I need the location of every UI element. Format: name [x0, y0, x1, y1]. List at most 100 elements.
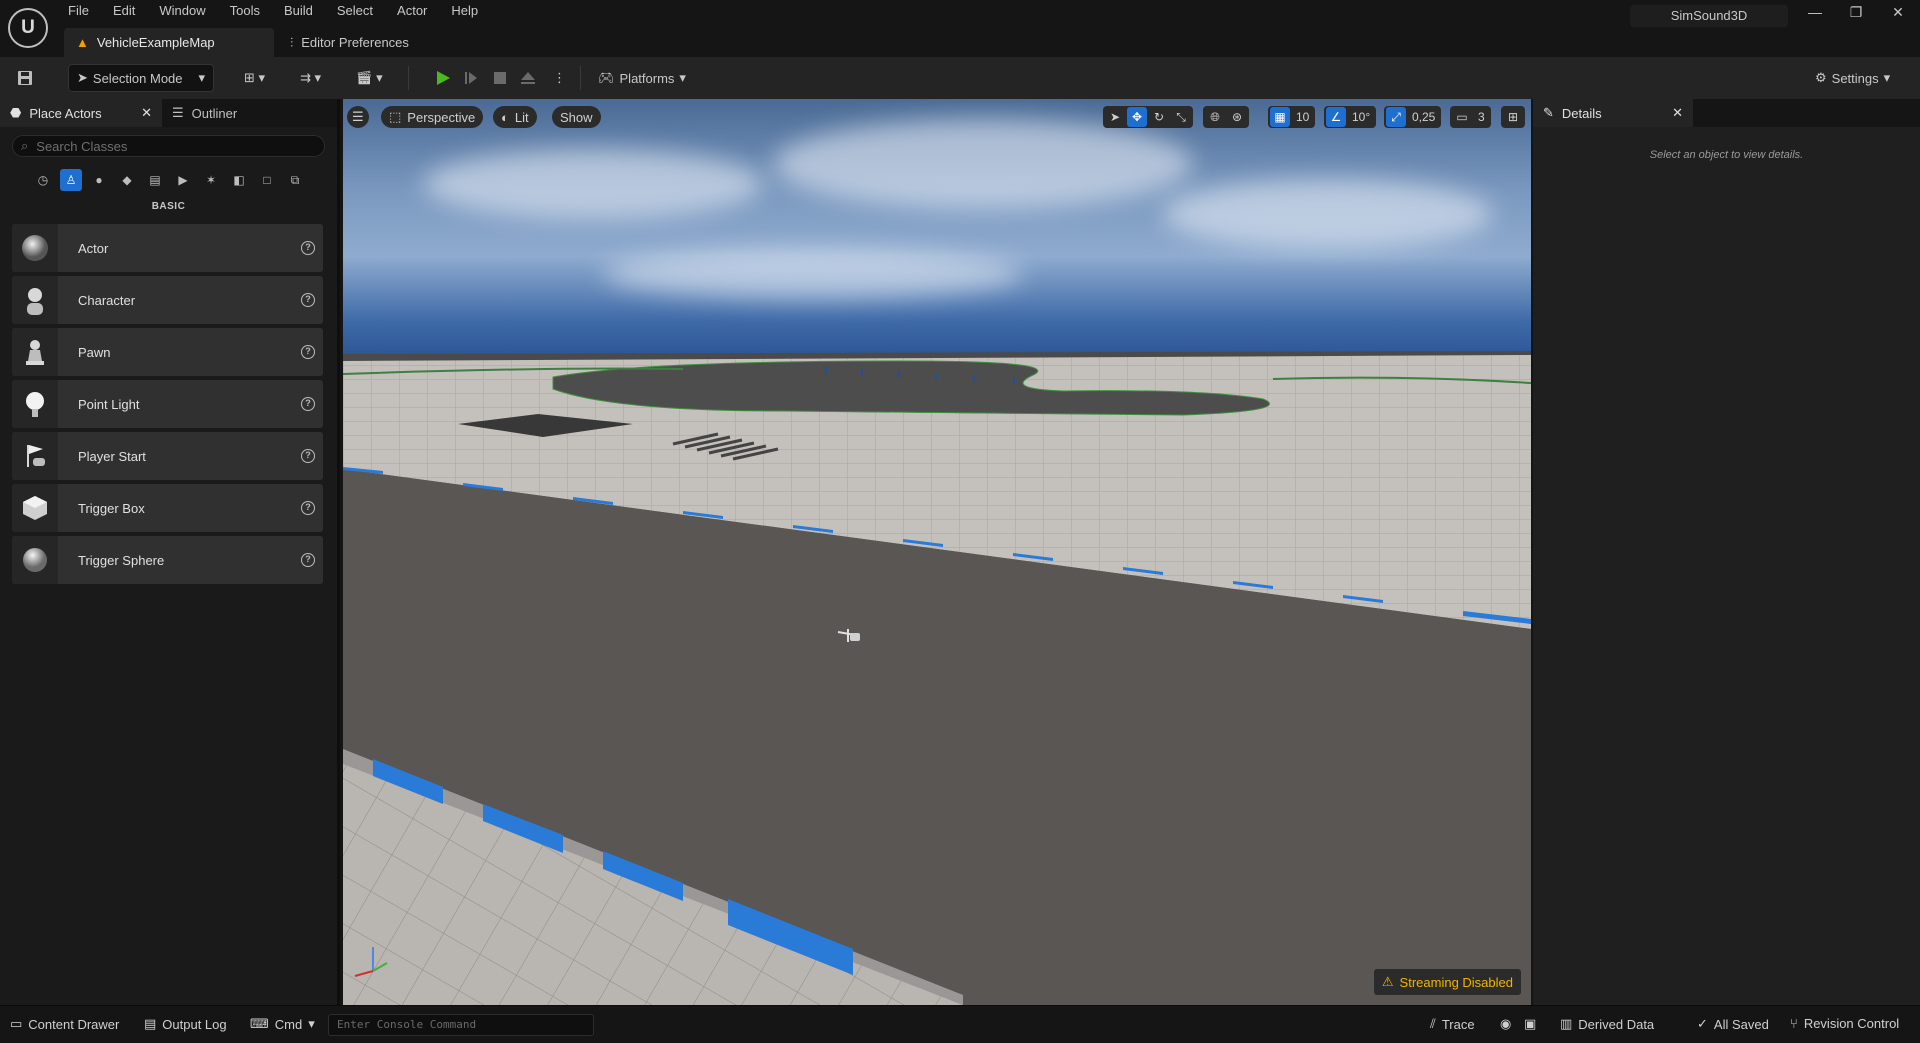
sliders-icon: ⫶	[290, 34, 294, 50]
screenshot-icon[interactable]: ▣	[1524, 1016, 1536, 1032]
perspective-button[interactable]: ⬚ Perspective	[381, 106, 484, 128]
grid-snap-icon[interactable]: ▦	[1270, 107, 1290, 127]
main-toolbar: ➤ Selection Mode ▾ ⊞ ▾ ⇉ ▾ 🎬︎ ▾ ⋮ 🎮︎ Pla…	[0, 57, 1920, 99]
menu-bar: File Edit Window Tools Build Select Acto…	[58, 0, 492, 22]
cinematic-icon[interactable]: ▤	[144, 169, 166, 191]
list-item[interactable]: Character ?	[12, 276, 323, 324]
menu-help[interactable]: Help	[441, 0, 492, 22]
list-item[interactable]: Actor ?	[12, 224, 323, 272]
camera-icon[interactable]: ▭	[1452, 107, 1472, 127]
level-viewport[interactable]: ☰ ⬚ Perspective ◐ Lit Show ➤ ✥ ↻ ⤡ 🌐︎ ⊛ …	[343, 99, 1531, 1005]
list-item[interactable]: Trigger Sphere ?	[12, 536, 323, 584]
show-label: Show	[560, 109, 593, 125]
toolbar-divider	[580, 66, 581, 90]
basic-icon[interactable]: ♙	[60, 169, 82, 191]
help-icon[interactable]: ?	[301, 501, 315, 515]
actor-label: Trigger Box	[78, 500, 145, 516]
content-drawer-button[interactable]: ▭ Content Drawer	[10, 1016, 119, 1032]
output-log-button[interactable]: ▤ Output Log	[144, 1016, 227, 1032]
selection-mode-label: Selection Mode	[92, 70, 183, 86]
layout-icon[interactable]: ⊞	[1503, 107, 1523, 127]
select-icon[interactable]: ➤	[1105, 107, 1125, 127]
cursor-icon: ➤	[77, 70, 88, 85]
menu-edit[interactable]: Edit	[103, 0, 149, 22]
advance-frame-icon[interactable]	[462, 64, 480, 92]
details-tabs: ✎ Details ✕	[1533, 99, 1920, 127]
visual-effects-icon[interactable]: ▶	[172, 169, 194, 191]
lights-icon[interactable]: ●	[88, 169, 110, 191]
close-icon[interactable]: ✕	[1880, 4, 1916, 28]
angle-snap-icon[interactable]: ∠	[1326, 107, 1346, 127]
menu-select[interactable]: Select	[327, 0, 387, 22]
streaming-status[interactable]: ⚠ Streaming Disabled	[1373, 969, 1521, 995]
help-icon[interactable]: ?	[301, 241, 315, 255]
blueprint-icon[interactable]: ⇉ ▾	[300, 64, 321, 92]
play-icon[interactable]	[434, 64, 452, 92]
help-icon[interactable]: ?	[301, 553, 315, 567]
list-item[interactable]: Point Light ?	[12, 380, 323, 428]
rotation-snap-value[interactable]: 10°	[1348, 106, 1374, 128]
save-icon[interactable]	[16, 64, 34, 92]
menu-actor[interactable]: Actor	[387, 0, 441, 22]
stop-icon[interactable]	[491, 64, 509, 92]
scale-snap-icon[interactable]: ⤢	[1386, 107, 1406, 127]
record-icon[interactable]: ◉	[1500, 1016, 1511, 1032]
recent-icon[interactable]: ◷	[32, 169, 54, 191]
menu-window[interactable]: Window	[149, 0, 219, 22]
help-icon[interactable]: ?	[301, 449, 315, 463]
surface-snap-icon[interactable]: ⊛	[1227, 107, 1247, 127]
derived-data-button[interactable]: ▥ Derived Data	[1560, 1016, 1654, 1032]
cinematics-icon[interactable]: 🎬︎ ▾	[356, 64, 383, 92]
platforms-dropdown[interactable]: 🎮︎ Platforms ▾	[598, 64, 686, 92]
list-item[interactable]: Trigger Box ?	[12, 484, 323, 532]
other-icon[interactable]: ⧉	[284, 169, 306, 191]
list-item[interactable]: Player Start ?	[12, 432, 323, 480]
search-classes-input[interactable]: ⌕ Search Classes	[12, 135, 325, 157]
rotate-icon[interactable]: ↻	[1149, 107, 1169, 127]
light-bulb-icon	[12, 380, 58, 428]
more-options-icon[interactable]: ⋮	[553, 64, 566, 92]
help-icon[interactable]: ?	[301, 397, 315, 411]
unreal-logo-icon[interactable]: U	[8, 8, 48, 48]
trace-button[interactable]: ⫽ Trace	[1430, 1016, 1475, 1032]
scale-snap-value[interactable]: 0,25	[1408, 106, 1439, 128]
add-actor-icon[interactable]: ⊞ ▾	[244, 64, 265, 92]
tab-editor-preferences[interactable]: ⫶ Editor Preferences	[278, 28, 421, 57]
translate-icon[interactable]: ✥	[1127, 107, 1147, 127]
revision-control-button[interactable]: ⑂ Revision Control	[1790, 1016, 1899, 1031]
minimize-icon[interactable]: —	[1797, 4, 1833, 28]
restore-icon[interactable]: ❐	[1838, 4, 1874, 28]
shapes-icon[interactable]: ◆	[116, 169, 138, 191]
scale-icon[interactable]: ⤡	[1171, 107, 1191, 127]
tab-outliner[interactable]: ☰ Outliner	[162, 99, 247, 127]
show-button[interactable]: Show	[552, 106, 601, 128]
viewport-menu-button[interactable]: ☰	[347, 106, 369, 128]
cmd-dropdown[interactable]: ⌨ Cmd ▾	[250, 1016, 315, 1032]
list-item[interactable]: Pawn ?	[12, 328, 323, 376]
console-command-input[interactable]: Enter Console Command	[328, 1014, 594, 1036]
level-warning-icon: ▲	[76, 35, 89, 50]
help-icon[interactable]: ?	[301, 345, 315, 359]
tab-level[interactable]: ▲ VehicleExampleMap	[64, 28, 274, 57]
menu-file[interactable]: File	[58, 0, 103, 22]
place-actors-icon: ⬣	[10, 105, 22, 120]
save-status-icon: ✓	[1697, 1016, 1708, 1031]
lit-button[interactable]: ◐ Lit	[493, 106, 537, 128]
menu-build[interactable]: Build	[274, 0, 327, 22]
tab-place-actors[interactable]: ⬣ Place Actors ✕	[0, 99, 162, 127]
eject-icon[interactable]	[519, 64, 537, 92]
menu-tools[interactable]: Tools	[220, 0, 274, 22]
camera-speed-value[interactable]: 3	[1474, 106, 1489, 128]
selection-mode-dropdown[interactable]: ➤ Selection Mode ▾	[68, 64, 214, 92]
all-saved-button[interactable]: ✓ All Saved	[1697, 1016, 1769, 1032]
grid-snap-value[interactable]: 10	[1292, 106, 1313, 128]
settings-dropdown[interactable]: ⚙ Settings ▾	[1815, 64, 1890, 92]
all-classes-icon[interactable]: □	[256, 169, 278, 191]
close-tab-icon[interactable]: ✕	[1672, 105, 1683, 121]
volumes-icon[interactable]: ◧	[228, 169, 250, 191]
help-icon[interactable]: ?	[301, 293, 315, 307]
geometry-icon[interactable]: ✶	[200, 169, 222, 191]
tab-details[interactable]: ✎ Details ✕	[1533, 99, 1693, 127]
world-icon[interactable]: 🌐︎	[1205, 107, 1225, 127]
close-tab-icon[interactable]: ✕	[141, 105, 152, 121]
